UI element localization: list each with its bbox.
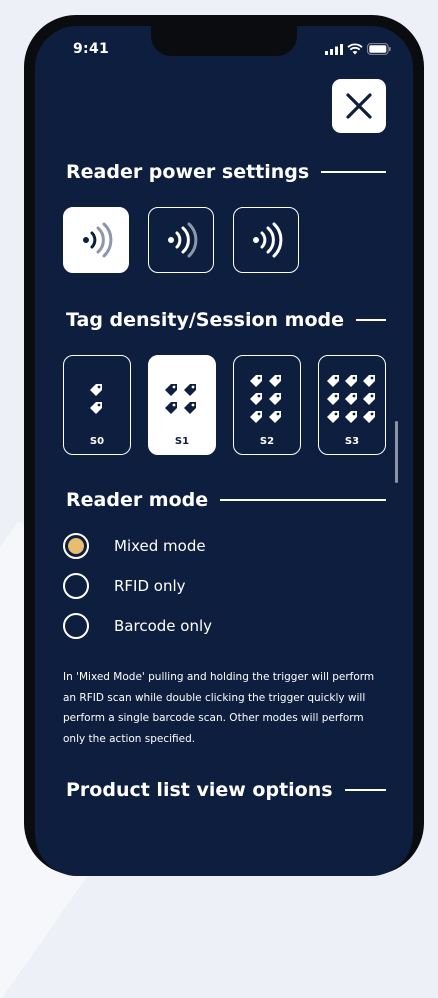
radio-label: RFID only: [114, 577, 186, 595]
tag-icon: [90, 384, 102, 414]
density-mode-label: S1: [174, 436, 190, 447]
tag-density-title: Tag density/Session mode: [66, 309, 386, 331]
scrollbar-thumb[interactable]: [395, 421, 398, 483]
phone-notch: [151, 26, 297, 56]
density-mode-s0-button[interactable]: S0: [63, 355, 131, 455]
density-mode-s3-button[interactable]: S3: [318, 355, 386, 455]
power-level-medium-button[interactable]: [148, 207, 214, 273]
reader-mode-barcode-option[interactable]: Barcode only: [63, 613, 212, 639]
close-icon: [346, 93, 372, 119]
reader-mode-rfid-option[interactable]: RFID only: [63, 573, 186, 599]
signal-strength-low-icon: [83, 222, 113, 258]
product-list-options-title: Product list view options: [66, 779, 386, 801]
power-level-low-button[interactable]: [63, 207, 129, 273]
status-time: 9:41: [73, 41, 110, 57]
density-mode-label: S3: [344, 436, 360, 447]
radio-button[interactable]: [63, 573, 89, 599]
close-button[interactable]: [332, 79, 386, 133]
density-mode-s2-button[interactable]: S2: [233, 355, 301, 455]
reader-mode-title: Reader mode: [66, 489, 386, 511]
reader-mode-description: In 'Mixed Mode' pulling and holding the …: [63, 671, 375, 745]
tag-density-icon-group: [234, 368, 300, 430]
tag-icon: [165, 384, 196, 414]
status-icons: [325, 43, 391, 55]
battery-icon: [367, 43, 391, 55]
tag-density-icon-group: [64, 368, 130, 430]
density-mode-label: S0: [89, 436, 105, 447]
tag-icon: [327, 375, 375, 423]
density-mode-s1-button[interactable]: S1: [148, 355, 216, 455]
power-settings-title: Reader power settings: [66, 161, 386, 183]
density-mode-label: S2: [259, 436, 275, 447]
signal-strength-medium-icon: [168, 222, 198, 258]
tag-density-icon-group: [319, 368, 385, 430]
cellular-signal-icon: [325, 43, 343, 55]
power-level-high-button[interactable]: [233, 207, 299, 273]
settings-screen: 9:41 Reader power settings Tag density/S…: [35, 26, 413, 876]
reader-mode-mixed-option[interactable]: Mixed mode: [63, 533, 206, 559]
radio-label: Mixed mode: [114, 537, 206, 555]
phone-frame: 9:41 Reader power settings Tag density/S…: [24, 15, 424, 876]
radio-label: Barcode only: [114, 617, 212, 635]
signal-strength-high-icon: [253, 222, 283, 258]
radio-button-checked[interactable]: [63, 533, 89, 559]
wifi-icon: [347, 43, 363, 55]
tag-density-icon-group: [149, 368, 215, 430]
tag-icon: [250, 375, 281, 423]
radio-button[interactable]: [63, 613, 89, 639]
